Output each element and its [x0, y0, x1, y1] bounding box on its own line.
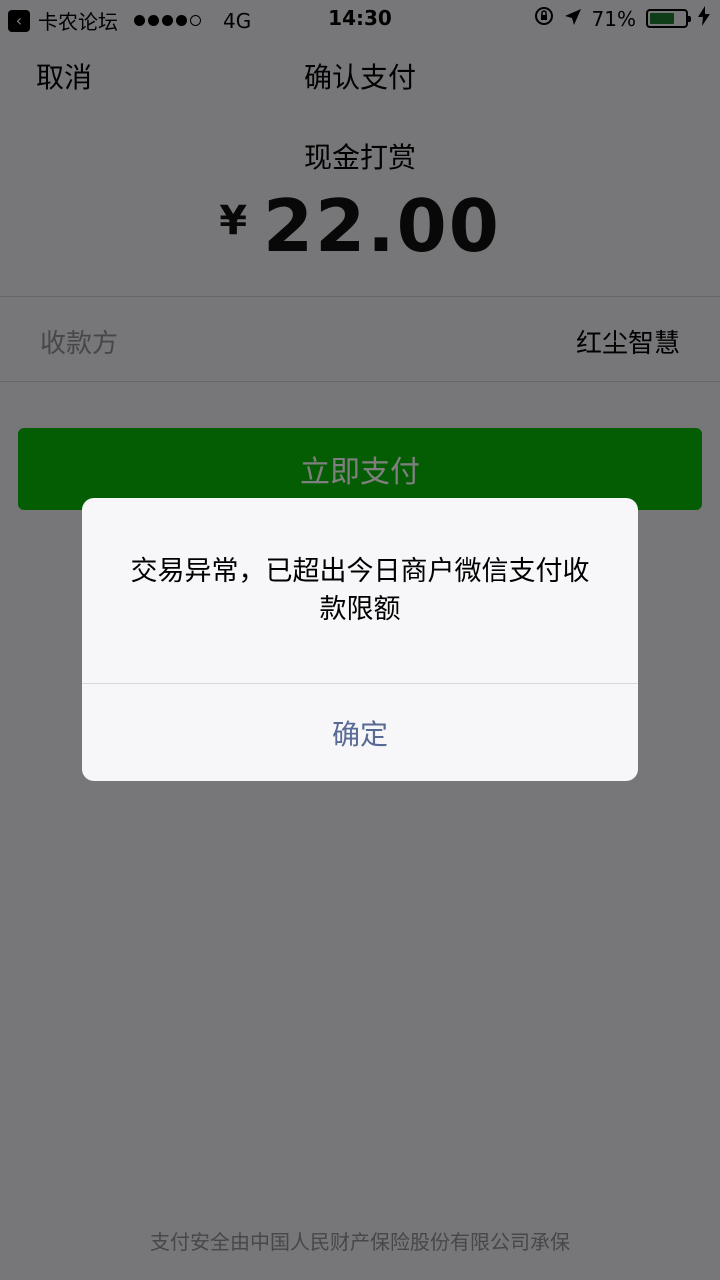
alert-dialog: 交易异常，已超出今日商户微信支付收款限额 确定 [82, 498, 638, 781]
alert-message: 交易异常，已超出今日商户微信支付收款限额 [130, 556, 590, 625]
confirm-button[interactable]: 确定 [82, 684, 638, 781]
